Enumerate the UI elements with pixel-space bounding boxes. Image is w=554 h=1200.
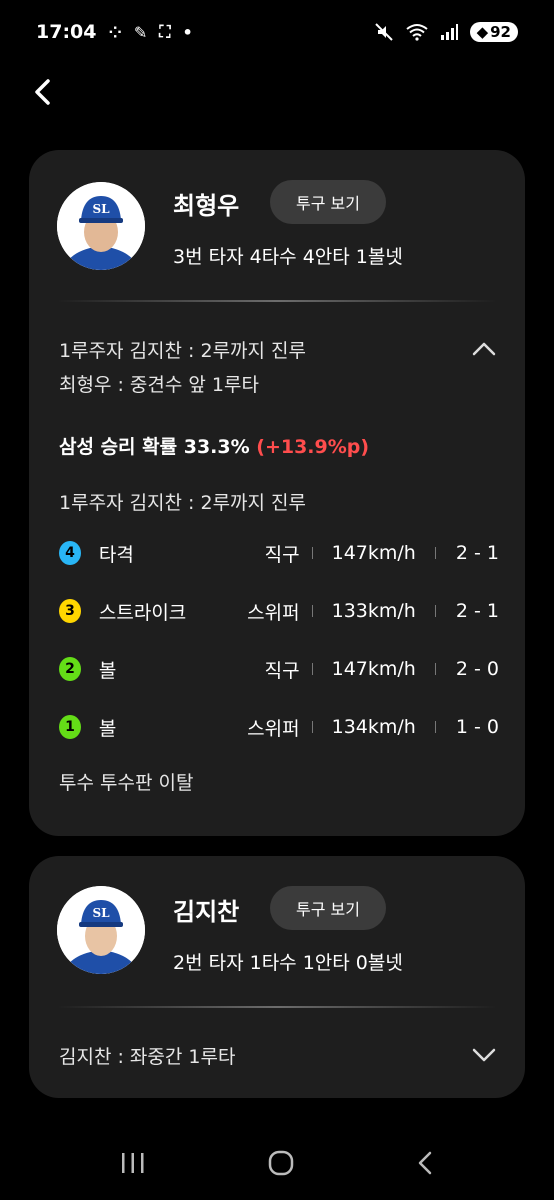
player-avatar: SL (57, 182, 145, 270)
screenshot-icon: ⛶ (159, 22, 171, 41)
separator (311, 663, 313, 675)
pitch-count: 1 - 0 (455, 716, 499, 738)
system-back-button[interactable] (416, 1150, 434, 1180)
system-nav-bar (0, 1130, 554, 1200)
play-description-line1: 김지찬 : 좌중간 1루타 (59, 1046, 236, 1068)
divider (57, 1006, 497, 1008)
pitch-row: 1 볼 스위퍼 134km/h 1 - 0 (59, 712, 499, 742)
status-bar: 17:04 ⁘ ✎ ⛶ • ◆ 92 (0, 0, 554, 64)
player-name: 최형우 (173, 192, 240, 220)
view-pitches-button[interactable]: 투구 보기 (270, 886, 386, 930)
back-icon (418, 1151, 431, 1175)
battery-level: 92 (490, 23, 511, 41)
pitch-row: 4 타격 직구 147km/h 2 - 1 (59, 538, 499, 568)
dot-icon: • (182, 22, 193, 42)
pitch-result: 볼 (98, 717, 117, 740)
play-description-line2: 최형우 : 중견수 앞 1루타 (59, 374, 259, 396)
pitch-type: 직구 (264, 659, 300, 682)
pitch-speed: 147km/h (331, 542, 416, 564)
recent-apps-icon (122, 1153, 144, 1173)
pitch-speed: 147km/h (331, 658, 416, 680)
collapse-button[interactable] (469, 334, 499, 364)
player-stats: 3번 타자 4타수 4안타 1볼넷 (173, 246, 403, 268)
pitch-count: 2 - 1 (455, 600, 499, 622)
recent-apps-button[interactable] (120, 1151, 146, 1179)
clock: 17:04 (36, 21, 97, 43)
separator (311, 721, 313, 733)
expand-button[interactable] (469, 1040, 499, 1070)
pitch-row: 3 스트라이크 스위퍼 133km/h 2 - 1 (59, 596, 499, 626)
view-pitches-button[interactable]: 투구 보기 (270, 180, 386, 224)
chevron-down-icon (472, 1048, 496, 1062)
separator (435, 663, 436, 675)
footer-event: 투수 투수판 이탈 (59, 772, 194, 794)
pitch-row: 2 볼 직구 147km/h 2 - 0 (59, 654, 499, 684)
chevron-left-icon (35, 79, 50, 105)
pitch-result: 타격 (98, 543, 134, 566)
pitch-result: 스트라이크 (98, 601, 187, 624)
pitch-count: 2 - 1 (455, 542, 499, 564)
pitch-result: 볼 (98, 659, 117, 682)
player-avatar: SL (57, 886, 145, 974)
pitch-type: 스위퍼 (247, 717, 300, 740)
separator (311, 605, 313, 617)
pitch-type: 스위퍼 (247, 601, 300, 624)
separator (435, 605, 436, 617)
runner-event: 1루주자 김지찬 : 2루까지 진루 (59, 492, 307, 514)
chevron-up-icon (472, 342, 496, 356)
pitch-speed: 133km/h (331, 600, 416, 622)
team-logo: SL (92, 202, 110, 216)
player-stats: 2번 타자 1타수 1안타 0볼넷 (173, 952, 403, 974)
divider (57, 300, 497, 302)
win-probability: 삼성 승리 확률 33.3% (+13.9%p) (59, 432, 369, 459)
team-logo: SL (92, 906, 110, 920)
grid-icon: ⁘ (108, 22, 122, 42)
separator (435, 547, 436, 559)
batter-card: SL 최형우 투구 보기 3번 타자 4타수 4안타 1볼넷 1루주자 김지찬 … (29, 150, 525, 836)
back-button[interactable] (26, 72, 58, 112)
play-description-line1: 1루주자 김지찬 : 2루까지 진루 (59, 340, 307, 362)
win-probability-change: (+13.9%p) (256, 436, 370, 458)
signal-icon (440, 24, 458, 40)
separator (311, 547, 313, 559)
wifi-icon (405, 24, 428, 41)
battery-icon: ◆ (476, 23, 489, 41)
home-button[interactable] (267, 1149, 295, 1181)
pitch-number-badge: 4 (59, 541, 81, 565)
player-name: 김지찬 (173, 898, 240, 926)
home-icon (268, 1150, 294, 1176)
separator (435, 721, 436, 733)
pitch-number-badge: 2 (59, 657, 81, 681)
pitch-count: 2 - 0 (455, 658, 499, 680)
win-probability-label: 삼성 승리 확률 33.3% (59, 436, 250, 458)
pitch-type: 직구 (264, 543, 300, 566)
battery-indicator: ◆ 92 (469, 22, 518, 42)
pitch-number-badge: 3 (59, 599, 81, 623)
batter-card: SL 김지찬 투구 보기 2번 타자 1타수 1안타 0볼넷 김지찬 : 좌중간… (29, 856, 525, 1098)
pitch-speed: 134km/h (331, 716, 416, 738)
mute-icon (374, 23, 393, 41)
pitch-number-badge: 1 (59, 715, 81, 739)
wrench-icon: ✎ (133, 22, 148, 42)
